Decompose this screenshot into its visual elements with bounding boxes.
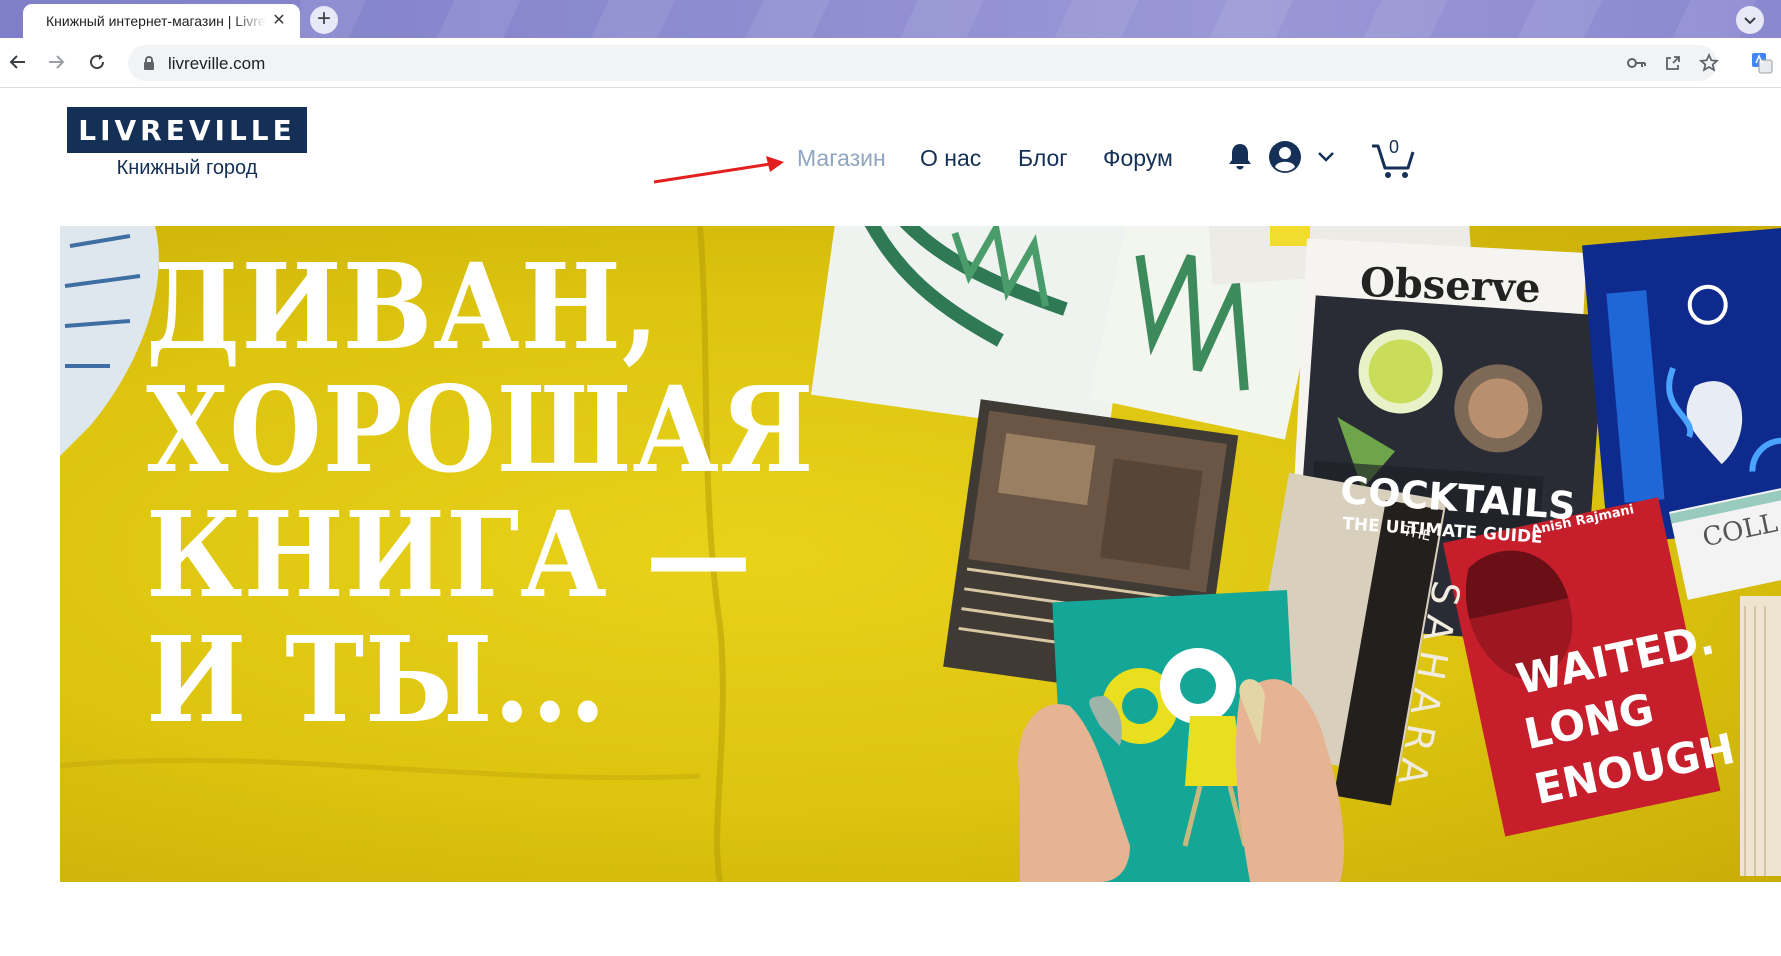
back-arrow-icon xyxy=(9,55,25,69)
logo-text: LIVREVILLE xyxy=(78,114,296,147)
nav-forum[interactable]: Форум xyxy=(1103,145,1173,172)
reload-button[interactable] xyxy=(81,46,113,78)
nav-blog[interactable]: Блог xyxy=(1018,145,1068,172)
hero-headline-line-4: И ТЫ... xyxy=(146,610,608,749)
translate-extension-icon[interactable] xyxy=(1751,52,1773,74)
magazine-title: Observe xyxy=(1359,258,1542,313)
hero-banner: ДИВАН, ХОРОШАЯ КНИГА — И ТЫ... Observe C… xyxy=(60,226,1781,882)
account-chevron-down-icon[interactable] xyxy=(1316,149,1336,165)
share-icon[interactable] xyxy=(1663,53,1683,73)
tab-close-icon[interactable]: ✕ xyxy=(269,11,289,31)
teal-book-number: 99 xyxy=(1100,651,1101,652)
reload-icon xyxy=(90,54,105,70)
tab-title: Книжный интернет-магазин | Livreville xyxy=(46,13,266,29)
bookmark-star-icon[interactable] xyxy=(1699,53,1719,73)
browser-toolbar: livreville.com xyxy=(0,38,1781,88)
bell-icon[interactable] xyxy=(1226,141,1254,173)
user-avatar-icon[interactable] xyxy=(1267,139,1303,175)
hero-headline-line-1: ДИВАН, xyxy=(146,237,660,376)
logo-subtitle: Книжный город xyxy=(116,157,258,179)
tab-search-button[interactable] xyxy=(1736,6,1764,34)
address-bar[interactable]: livreville.com xyxy=(128,45,1719,81)
nav-about[interactable]: О нас xyxy=(920,145,981,172)
hero-headline-line-3: КНИГА — xyxy=(146,485,753,624)
hero-headline-line-2: ХОРОШАЯ xyxy=(146,360,815,499)
site-logo[interactable]: LIVREVILLE xyxy=(67,107,307,153)
address-url[interactable]: livreville.com xyxy=(168,54,265,74)
nav-shop[interactable]: Магазин xyxy=(797,145,886,172)
chevron-down-icon xyxy=(1744,17,1756,25)
annotation-arrow xyxy=(653,156,784,184)
back-button[interactable] xyxy=(2,46,34,78)
lock-icon xyxy=(144,56,154,70)
forward-button[interactable] xyxy=(40,46,72,78)
cart-count: 0 xyxy=(1389,137,1400,157)
browser-tab[interactable]: Книжный интернет-магазин | Livreville ✕ xyxy=(23,4,300,38)
password-key-icon[interactable] xyxy=(1627,53,1647,73)
new-tab-button[interactable]: + xyxy=(310,6,338,34)
forward-arrow-icon xyxy=(49,55,65,69)
